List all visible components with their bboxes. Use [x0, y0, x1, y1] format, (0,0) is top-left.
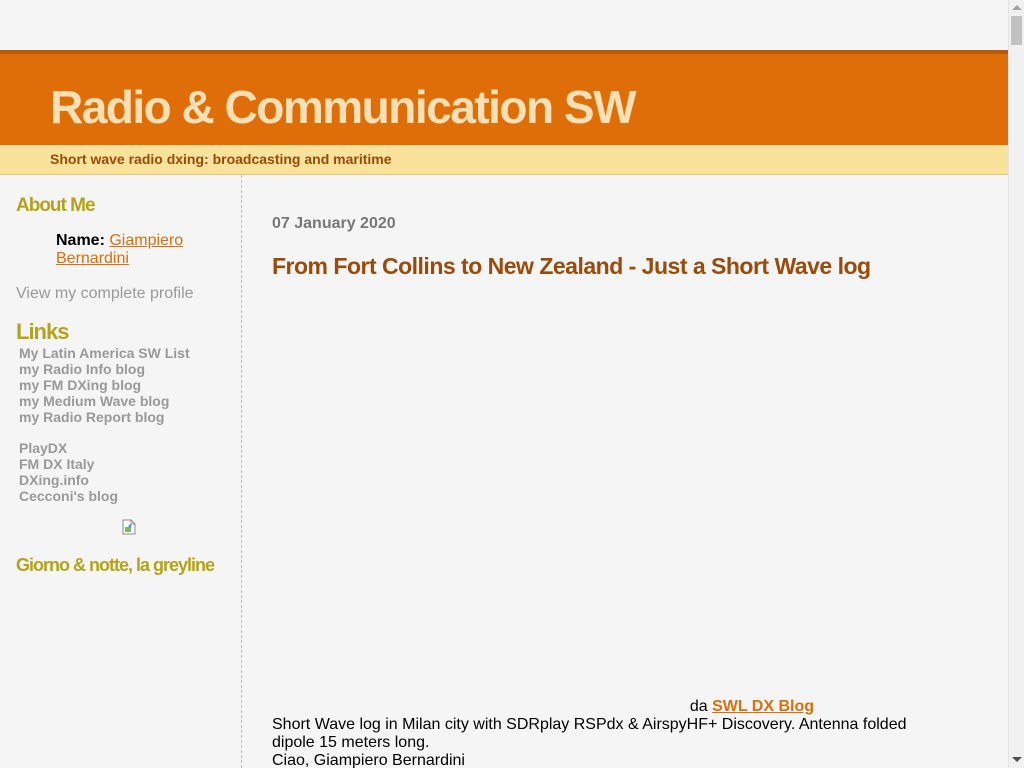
scroll-thumb[interactable]	[1011, 16, 1022, 45]
source-prefix: da	[689, 698, 708, 715]
post-body-text: Short Wave log in Milan city with SDRpla…	[272, 716, 907, 751]
sidebar-link-radio-info[interactable]: my Radio Info blog	[19, 361, 229, 377]
post-source: da SWL DX Blog	[272, 698, 814, 716]
sidebar-link-cecconi[interactable]: Cecconi's blog	[19, 488, 229, 504]
profile-name: Name: Giampiero Bernardini	[56, 232, 231, 268]
sidebar-link-fm-dx-italy[interactable]: FM DX Italy	[19, 456, 229, 472]
post-title[interactable]: From Fort Collins to New Zealand - Just …	[272, 253, 871, 280]
links-list-primary: My Latin America SW List my Radio Info b…	[19, 345, 229, 425]
sidebar-link-radio-report[interactable]: my Radio Report blog	[19, 409, 229, 425]
blog-title[interactable]: Radio & Communication SW	[50, 80, 637, 134]
video-embed-area[interactable]	[272, 290, 932, 690]
links-list-secondary: PlayDX FM DX Italy DXing.info Cecconi's …	[19, 440, 229, 504]
sidebar-link-fm-dxing[interactable]: my FM DXing blog	[19, 377, 229, 393]
sidebar-link-latin-america[interactable]: My Latin America SW List	[19, 345, 229, 361]
sidebar-link-dxing-info[interactable]: DXing.info	[19, 472, 229, 488]
name-label: Name:	[56, 232, 105, 249]
blog-description: Short wave radio dxing: broadcasting and…	[50, 151, 392, 167]
broken-image-icon[interactable]	[121, 519, 137, 535]
scroll-down-icon[interactable]	[1012, 757, 1022, 762]
links-heading: Links	[16, 319, 69, 344]
view-profile-link[interactable]: View my complete profile	[16, 285, 194, 303]
sidebar-link-medium-wave[interactable]: my Medium Wave blog	[19, 393, 229, 409]
about-me-heading: About Me	[16, 195, 96, 216]
source-link[interactable]: SWL DX Blog	[712, 698, 814, 715]
greyline-heading: Giorno & notte, la greyline	[16, 555, 215, 575]
scroll-up-icon[interactable]	[1012, 5, 1022, 10]
post-signature: Ciao, Giampiero Bernardini	[272, 752, 465, 768]
post-date: 07 January 2020	[272, 215, 396, 232]
blog-page: Radio & Communication SW Short wave radi…	[0, 0, 1008, 768]
sidebar-link-playdx[interactable]: PlayDX	[19, 440, 229, 456]
post-body: Short Wave log in Milan city with SDRpla…	[272, 716, 932, 768]
sidebar-divider	[241, 175, 242, 768]
vertical-scrollbar[interactable]	[1008, 0, 1024, 768]
